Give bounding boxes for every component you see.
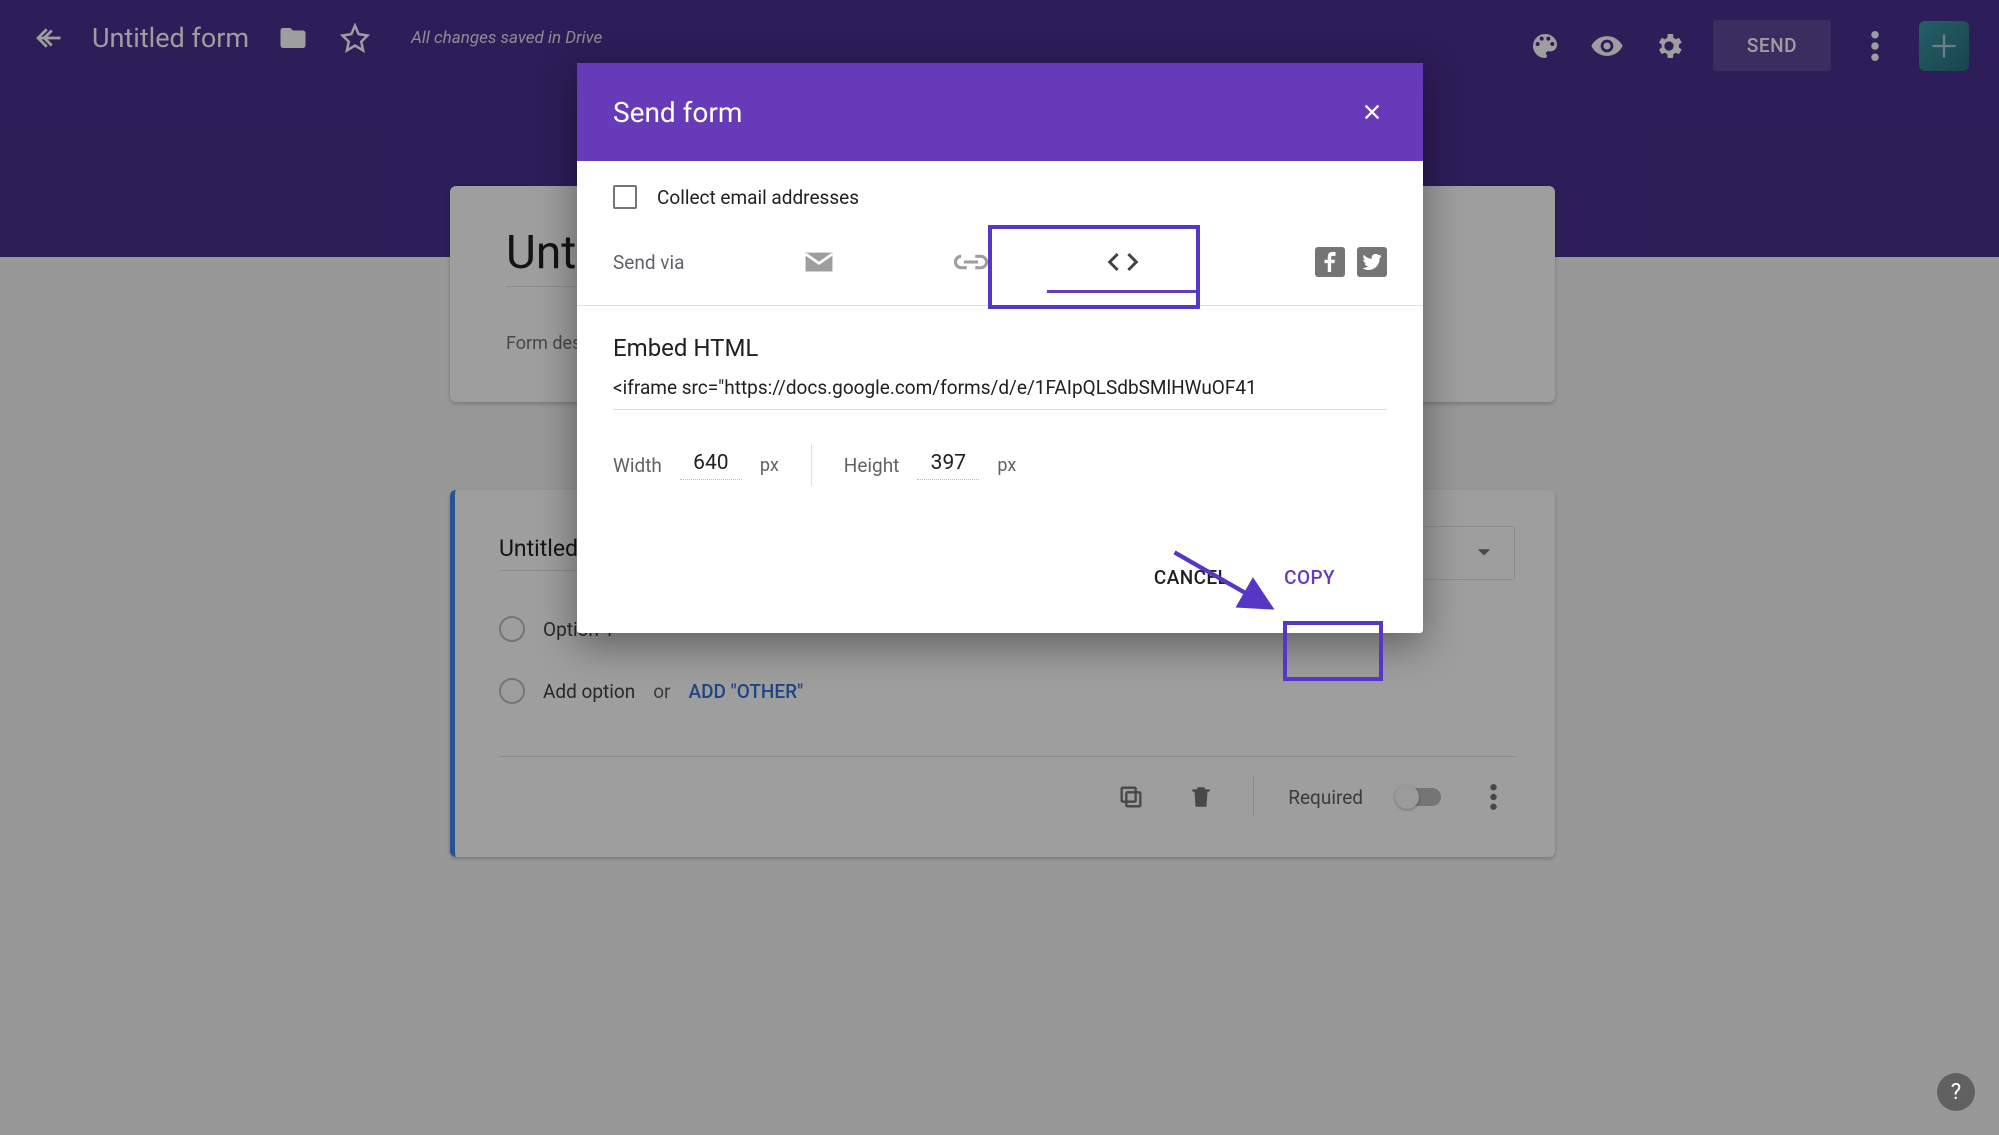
collect-emails-label: Collect email addresses bbox=[657, 186, 859, 209]
email-icon bbox=[803, 250, 835, 274]
dialog-header: Send form bbox=[577, 63, 1423, 161]
help-icon[interactable]: ? bbox=[1937, 1073, 1975, 1111]
share-facebook-icon[interactable] bbox=[1315, 247, 1345, 277]
collect-emails-checkbox[interactable] bbox=[613, 185, 637, 209]
link-icon bbox=[954, 253, 988, 271]
px-label: px bbox=[997, 455, 1016, 476]
send-via-link-tab[interactable] bbox=[895, 239, 1047, 285]
close-icon[interactable] bbox=[1357, 97, 1387, 127]
width-input[interactable] bbox=[680, 451, 742, 480]
share-twitter-icon[interactable] bbox=[1357, 247, 1387, 277]
px-label: px bbox=[760, 455, 779, 476]
embed-icon bbox=[1107, 251, 1139, 273]
send-via-label: Send via bbox=[613, 251, 743, 274]
send-via-embed-tab[interactable] bbox=[1047, 239, 1199, 285]
height-label: Height bbox=[844, 454, 900, 477]
send-form-dialog: Send form Collect email addresses Send v… bbox=[577, 63, 1423, 633]
height-input[interactable] bbox=[917, 451, 979, 480]
dialog-title: Send form bbox=[613, 96, 742, 129]
send-via-email-tab[interactable] bbox=[743, 239, 895, 285]
cancel-button[interactable]: CANCEL bbox=[1130, 552, 1252, 603]
width-label: Width bbox=[613, 454, 662, 477]
embed-code-field[interactable] bbox=[613, 362, 1387, 410]
embed-html-title: Embed HTML bbox=[613, 334, 1387, 362]
copy-button[interactable]: COPY bbox=[1260, 552, 1359, 603]
